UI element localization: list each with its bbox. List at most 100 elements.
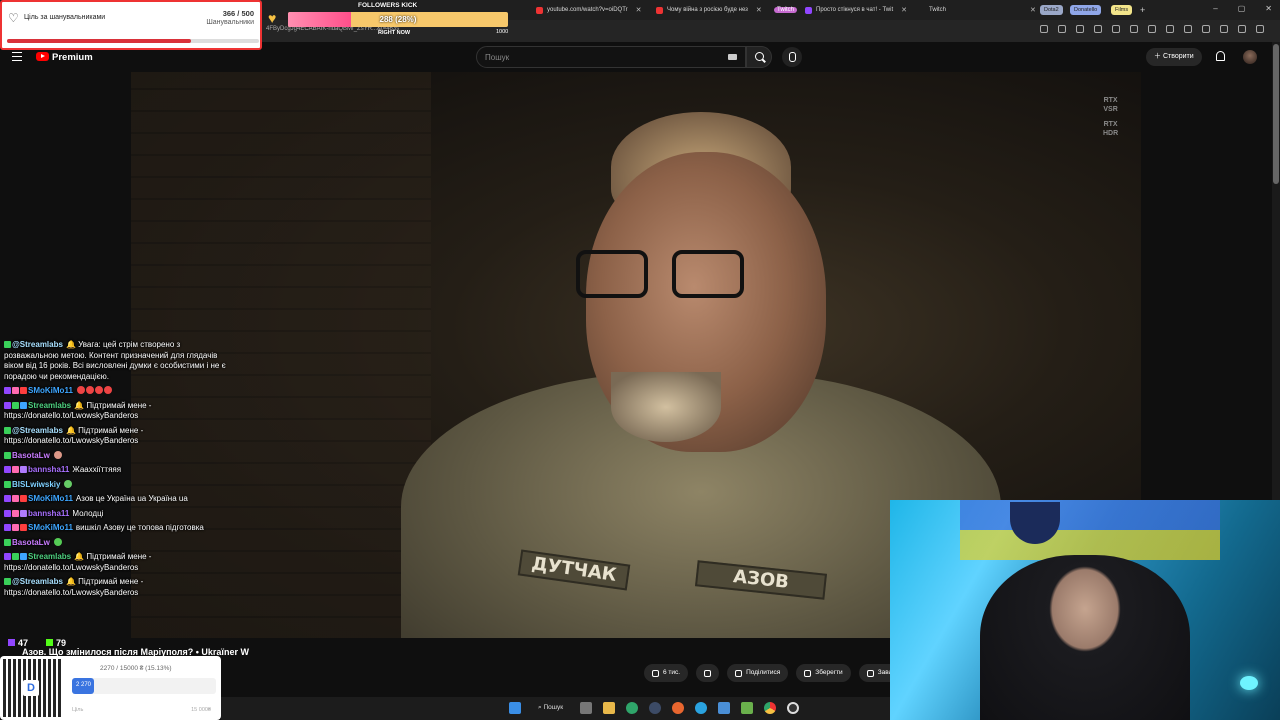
- chat-badge-icon: [4, 578, 11, 585]
- extension-icon[interactable]: [1040, 25, 1048, 33]
- donation-bar-text: 2 270: [76, 682, 92, 688]
- tab-twitch[interactable]: Twitch ✕: [925, 2, 1035, 18]
- create-button[interactable]: ＋ Створити: [1146, 48, 1202, 66]
- chat-message: SMoKiMo11 вишкіл Азову це топова підготов…: [4, 523, 232, 534]
- tab-group-dota2[interactable]: Dota2: [1040, 5, 1063, 15]
- firefox-icon[interactable]: [672, 702, 685, 714]
- keyboard-icon[interactable]: [728, 54, 737, 60]
- thumbs-down-icon: [704, 669, 712, 677]
- tab-twitch-group[interactable]: Twitch: [774, 2, 798, 18]
- task-view-icon[interactable]: [580, 702, 593, 714]
- minimize-icon[interactable]: –: [1213, 4, 1217, 13]
- close-tab-icon[interactable]: ✕: [756, 6, 762, 14]
- chat-badge-icon: [4, 387, 11, 394]
- browser-toolbar: [1040, 25, 1264, 33]
- extension-icon[interactable]: [1076, 25, 1084, 33]
- extension-icon[interactable]: [1202, 25, 1210, 33]
- tab-twitch-chat[interactable]: Просто стікнуся в чат! - Twit ✕: [805, 2, 915, 18]
- extension-icon[interactable]: [1184, 25, 1192, 33]
- new-tab-icon[interactable]: +: [1136, 5, 1149, 15]
- search-input[interactable]: Пошук: [476, 46, 746, 68]
- youtube-icon: [536, 6, 543, 14]
- rtx-indicator: RTX VSR RTX HDR: [1103, 96, 1118, 138]
- tab-label: Twitch: [774, 7, 798, 13]
- chat-emote-icon: [64, 479, 73, 488]
- chat-text: Азов це Україна ua Україна ua: [75, 494, 188, 503]
- share-icon: [735, 669, 743, 677]
- obs-icon[interactable]: [787, 702, 800, 714]
- tab-group-donatello[interactable]: Donatello: [1070, 5, 1102, 15]
- save-label: Зберегти: [815, 669, 843, 676]
- extension-icon[interactable]: [1220, 25, 1228, 33]
- chat-username[interactable]: bannsha11: [28, 509, 69, 518]
- app-icon[interactable]: [741, 702, 754, 714]
- chat-badge-icon: [4, 509, 11, 517]
- chat-username[interactable]: BISLwiwskiy: [12, 480, 60, 489]
- chat-username[interactable]: SMoKiMo11: [28, 523, 73, 532]
- chat-username[interactable]: Streamlabs: [28, 401, 71, 410]
- edge-icon[interactable]: [626, 702, 639, 714]
- share-button[interactable]: Поділитися: [727, 664, 789, 682]
- close-tab-icon[interactable]: ✕: [1030, 6, 1035, 14]
- windows-start-icon[interactable]: [509, 702, 521, 714]
- maximize-icon[interactable]: ▢: [1238, 4, 1246, 13]
- telegram-icon[interactable]: [695, 702, 708, 714]
- chat-text: Жааххіїттяяя: [72, 465, 122, 474]
- search-button[interactable]: [746, 46, 772, 68]
- like-button[interactable]: 6 тис.: [644, 664, 689, 682]
- scrollbar-thumb[interactable]: [1273, 44, 1279, 184]
- chat-username[interactable]: SMoKiMo11: [28, 494, 73, 503]
- twitch-icon: [8, 639, 15, 646]
- followers-kick-title: FOLLOWERS KICK: [358, 2, 418, 9]
- hamburger-menu-icon[interactable]: [12, 52, 22, 61]
- taskbar-search-label: Пошук: [543, 704, 564, 711]
- chat-username[interactable]: bannsha11: [28, 465, 69, 474]
- avatar[interactable]: [1243, 50, 1257, 64]
- close-tab-icon[interactable]: ✕: [901, 6, 907, 14]
- menu-dots-icon[interactable]: [1256, 25, 1264, 33]
- close-window-icon[interactable]: ✕: [1265, 4, 1272, 13]
- chat-username[interactable]: @Streamlabs: [12, 426, 63, 435]
- extension-icon[interactable]: [1166, 25, 1174, 33]
- profile-icon[interactable]: [1238, 25, 1246, 33]
- extension-icon[interactable]: [1130, 25, 1138, 33]
- voice-search-icon[interactable]: [782, 47, 802, 67]
- notifications-bell-icon[interactable]: [1216, 51, 1225, 61]
- page-scrollbar[interactable]: [1272, 42, 1280, 500]
- ukraine-flag-background: [960, 500, 1220, 560]
- chrome-icon[interactable]: [764, 702, 777, 714]
- chat-message: @Streamlabs 🔔 Підтримай мене - https://do…: [4, 577, 232, 598]
- store-icon[interactable]: [718, 702, 731, 714]
- bookmark-star-icon[interactable]: [1058, 25, 1066, 33]
- chat-badge-icon: [4, 451, 11, 459]
- tab-youtube-war[interactable]: Чому війна з росією буде нез ✕: [656, 2, 768, 18]
- donation-summary: 2270 / 15000 ₴ (15.13%): [100, 665, 172, 672]
- youtube-brand[interactable]: Premium: [52, 52, 93, 63]
- chat-username[interactable]: @Streamlabs: [12, 577, 63, 586]
- taskbar-search[interactable]: ⌕ Пошук: [538, 704, 563, 712]
- chat-username[interactable]: @Streamlabs: [12, 340, 63, 349]
- chat-username[interactable]: BasotaLw: [12, 538, 50, 547]
- close-tab-icon[interactable]: ✕: [636, 6, 642, 14]
- tab-youtube-watch[interactable]: youtube.com/watch?v=oiDQTr ✕: [536, 2, 646, 18]
- chat-message: SMoKiMo11 Азов це Україна ua Україна ua: [4, 494, 232, 505]
- chat-badge-icon: [20, 466, 27, 473]
- save-button[interactable]: Зберегти: [796, 664, 851, 682]
- chat-username[interactable]: Streamlabs: [28, 552, 71, 561]
- chat-username[interactable]: SMoKiMo11: [28, 386, 73, 395]
- extension-icon[interactable]: [1094, 25, 1102, 33]
- chat-username[interactable]: BasotaLw: [12, 451, 50, 460]
- steam-icon[interactable]: [649, 702, 662, 714]
- tab-group-films[interactable]: Films: [1111, 5, 1133, 15]
- dislike-button[interactable]: [696, 664, 720, 682]
- chat-text: вишкіл Азову це топова підготовка: [75, 523, 204, 532]
- extension-icon[interactable]: [1112, 25, 1120, 33]
- file-explorer-icon[interactable]: [603, 702, 616, 714]
- youtube-logo-icon[interactable]: [36, 52, 49, 61]
- video-actions: 6 тис. Поділитися Зберегти Завант: [644, 664, 907, 682]
- followers-kick-value: 288 (28%): [379, 15, 417, 24]
- heart-icon: ♡: [8, 11, 19, 25]
- extension-icon[interactable]: [1148, 25, 1156, 33]
- video-person-beard: [611, 372, 721, 442]
- share-label: Поділитися: [746, 669, 781, 676]
